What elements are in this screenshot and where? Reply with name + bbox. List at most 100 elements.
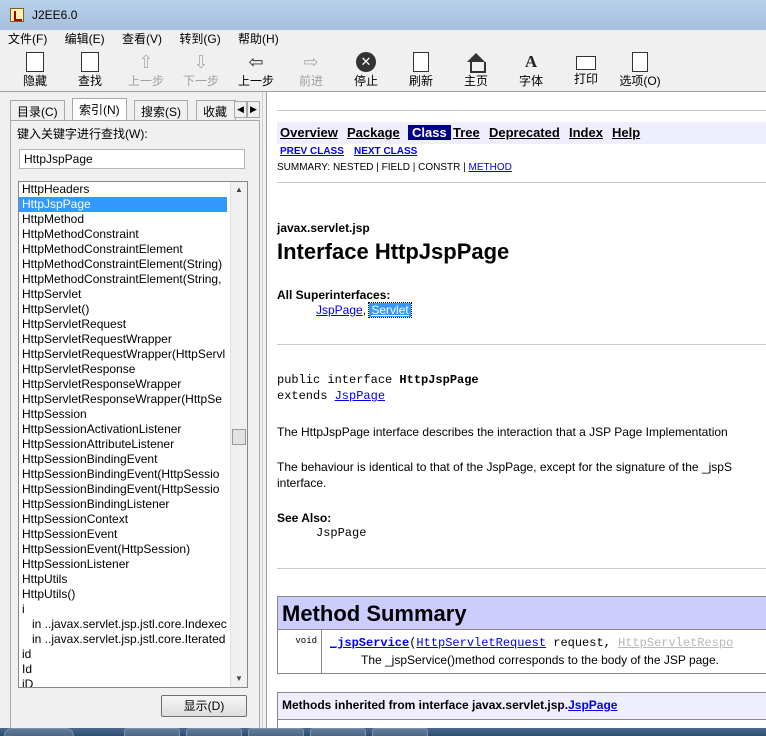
scroll-down-icon[interactable]: ▼ [231, 671, 247, 687]
list-item[interactable]: HttpMethodConstraint [19, 227, 227, 242]
tab-contents[interactable]: 目录(C) [10, 100, 65, 120]
list-item[interactable]: HttpSessionAttributeListener [19, 437, 227, 452]
list-item[interactable]: HttpUtils [19, 572, 227, 587]
description-paragraph-1: The HttpJspPage interface describes the … [277, 425, 728, 439]
list-item[interactable]: HttpServletResponseWrapper [19, 377, 227, 392]
list-item[interactable]: HttpServlet [19, 287, 227, 302]
nav-help[interactable]: Help [612, 125, 640, 140]
superinterface-jsppage-link[interactable]: JspPage [316, 303, 363, 317]
tab-scroll-right-icon[interactable]: ▶ [247, 101, 260, 118]
find-button[interactable]: 查找 [67, 52, 113, 92]
tab-index[interactable]: 索引(N) [72, 98, 127, 120]
scroll-up-icon[interactable]: ▲ [231, 182, 247, 198]
see-also-label: See Also: [277, 511, 332, 525]
list-item[interactable]: HttpHeaders [19, 182, 227, 197]
index-keyword-list[interactable]: HttpHeaders HttpJspPage HttpMethod HttpMeth… [18, 181, 248, 688]
decl-extends-link[interactable]: JspPage [335, 389, 385, 403]
list-item[interactable]: HttpSession [19, 407, 227, 422]
font-button[interactable]: A 字体 [508, 52, 554, 92]
list-item[interactable]: HttpJspPage [19, 197, 227, 212]
summary-line: SUMMARY: NESTED | FIELD | CONSTR | METHO… [277, 162, 512, 173]
list-item[interactable]: HttpSessionBindingEvent [19, 452, 227, 467]
font-icon: A [524, 52, 538, 71]
tab-scroll-left-icon[interactable]: ◀ [234, 101, 247, 118]
inherited-methods-title: Methods inherited from interface javax.s… [282, 698, 617, 712]
list-item[interactable]: HttpSessionBindingEvent(HttpSessio [19, 467, 227, 482]
options-button[interactable]: 选项(O) [617, 52, 663, 92]
options-icon [632, 52, 648, 72]
next-class-link[interactable]: NEXT CLASS [354, 146, 417, 157]
taskbar-app-icon[interactable] [372, 728, 428, 736]
scroll-thumb[interactable] [232, 429, 246, 445]
inherited-jsppage-link[interactable]: JspPage [568, 698, 617, 712]
list-item[interactable]: i [19, 602, 227, 617]
menu-go[interactable]: 转到(G) [171, 30, 226, 47]
list-item[interactable]: HttpUtils() [19, 587, 227, 602]
taskbar-app-icon[interactable] [124, 728, 180, 736]
list-item[interactable]: HttpSessionEvent [19, 527, 227, 542]
list-item[interactable]: HttpServlet() [19, 302, 227, 317]
description-paragraph-2a: The behaviour is identical to that of th… [277, 460, 732, 474]
menu-edit[interactable]: 编辑(E) [57, 30, 111, 47]
list-item[interactable]: id [19, 647, 227, 662]
list-scrollbar[interactable]: ▲ ▼ [230, 182, 247, 687]
param-request-type-link[interactable]: HttpServletRequest [416, 636, 546, 650]
list-item[interactable]: HttpSessionListener [19, 557, 227, 572]
start-button-icon[interactable] [4, 728, 74, 736]
print-button[interactable]: 打印 [563, 52, 609, 92]
decl-extends: extends [277, 389, 335, 403]
list-item[interactable]: HttpMethod [19, 212, 227, 227]
refresh-button[interactable]: 刷新 [398, 52, 444, 92]
tab-favorites[interactable]: 收藏 [196, 100, 236, 120]
list-item[interactable]: HttpServletResponseWrapper(HttpSe [19, 392, 227, 407]
taskbar-app-icon[interactable] [310, 728, 366, 736]
list-item[interactable]: iD [19, 677, 227, 687]
forward-button[interactable]: ⇨ 前进 [288, 52, 334, 92]
nav-deprecated[interactable]: Deprecated [489, 125, 560, 140]
menu-help[interactable]: 帮助(H) [230, 30, 285, 47]
method-return-type: void [278, 630, 322, 673]
menu-file[interactable]: 文件(F) [0, 30, 53, 47]
nav-index[interactable]: Index [569, 125, 603, 140]
home-button[interactable]: 主页 [453, 52, 499, 92]
title-bar: J2EE6.0 [0, 0, 766, 30]
list-item[interactable]: in ..javax.servlet.jsp.jstl.core.Indexec [19, 617, 227, 632]
list-item[interactable]: HttpMethodConstraintElement(String) [19, 257, 227, 272]
list-item[interactable]: HttpServletRequestWrapper(HttpServl [19, 347, 227, 362]
method-signature: _jspService(HttpServletRequest request, … [330, 636, 733, 650]
list-item[interactable]: HttpSessionEvent(HttpSession) [19, 542, 227, 557]
list-item[interactable]: HttpServletResponse [19, 362, 227, 377]
nav-overview[interactable]: Overview [280, 125, 338, 140]
tab-search[interactable]: 搜索(S) [134, 100, 188, 120]
taskbar-app-icon[interactable] [248, 728, 304, 736]
menu-view[interactable]: 查看(V) [114, 30, 168, 47]
superinterface-servlet-link[interactable]: Servlet [368, 302, 412, 318]
divider [277, 344, 766, 345]
list-item[interactable]: HttpSessionActivationListener [19, 422, 227, 437]
nav-package[interactable]: Package [347, 125, 400, 140]
taskbar-app-icon[interactable] [186, 728, 242, 736]
method-summary-row: void _jspService(HttpServletRequest requ… [277, 630, 766, 674]
prev-class-link[interactable]: PREV CLASS [280, 146, 344, 157]
nav-tree[interactable]: Tree [453, 125, 480, 140]
hide-button[interactable]: 隐藏 [12, 52, 58, 92]
list-item[interactable]: HttpMethodConstraintElement [19, 242, 227, 257]
back-button[interactable]: ⇦ 上一步 [233, 52, 279, 92]
show-button[interactable]: 显示(D) [161, 695, 247, 717]
previous-topic-button[interactable]: ⇧ 上一步 [123, 52, 169, 92]
method-jspservice-link[interactable]: _jspService [330, 636, 409, 650]
summary-method-link[interactable]: METHOD [469, 162, 512, 173]
list-item[interactable]: HttpSessionBindingListener [19, 497, 227, 512]
param-response-type-link[interactable]: HttpServletRespo [618, 636, 733, 650]
list-item[interactable]: in ..javax.servlet.jsp.jstl.core.Iterate… [19, 632, 227, 647]
param-request-name: request, [546, 636, 619, 650]
list-item[interactable]: Id [19, 662, 227, 677]
list-item[interactable]: HttpSessionContext [19, 512, 227, 527]
list-item[interactable]: HttpSessionBindingEvent(HttpSessio [19, 482, 227, 497]
next-topic-button[interactable]: ⇩ 下一步 [178, 52, 224, 92]
stop-button[interactable]: ✕ 停止 [343, 52, 389, 92]
list-item[interactable]: HttpMethodConstraintElement(String, [19, 272, 227, 287]
keyword-input[interactable] [19, 149, 245, 169]
list-item[interactable]: HttpServletRequestWrapper [19, 332, 227, 347]
list-item[interactable]: HttpServletRequest [19, 317, 227, 332]
